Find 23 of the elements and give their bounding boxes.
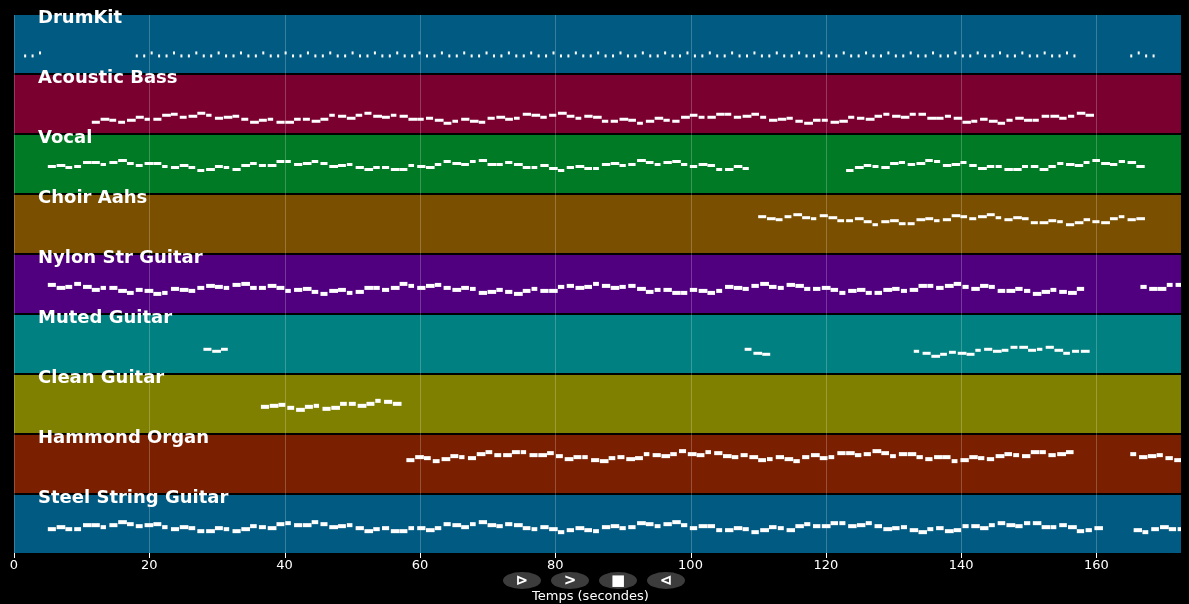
axis-tick-label: 20 bbox=[141, 557, 158, 572]
track-name: Muted Guitar bbox=[38, 306, 173, 328]
track-name: Choir Aahs bbox=[38, 186, 148, 208]
axis-tick-label: 100 bbox=[678, 557, 703, 572]
axis-tick-label: 160 bbox=[1084, 557, 1109, 572]
track-name: Vocal bbox=[38, 126, 93, 148]
axis-tick-label: 80 bbox=[546, 557, 564, 572]
axis-tick-label: 120 bbox=[813, 557, 839, 572]
track-name: Steel String Guitar bbox=[38, 486, 229, 508]
playback-button[interactable]: ⊳ bbox=[503, 572, 541, 589]
playback-button[interactable]: ■ bbox=[599, 572, 637, 589]
axis-label: Temps (secondes) bbox=[532, 588, 649, 603]
track-name: DrumKit bbox=[38, 6, 123, 28]
axis-tick-label: 60 bbox=[411, 557, 429, 572]
track-name: Acoustic Bass bbox=[38, 66, 178, 88]
track-name: Nylon Str Guitar bbox=[38, 246, 203, 268]
track-name: Hammond Organ bbox=[38, 426, 210, 448]
playback-button[interactable]: > bbox=[551, 572, 589, 589]
axis-tick-label: 40 bbox=[276, 557, 293, 572]
axis-tick-label: 0 bbox=[9, 557, 19, 572]
track-name: Clean Guitar bbox=[38, 366, 165, 388]
axis-tick-label: 140 bbox=[948, 557, 974, 572]
playback-button[interactable]: ⊲ bbox=[647, 572, 685, 589]
